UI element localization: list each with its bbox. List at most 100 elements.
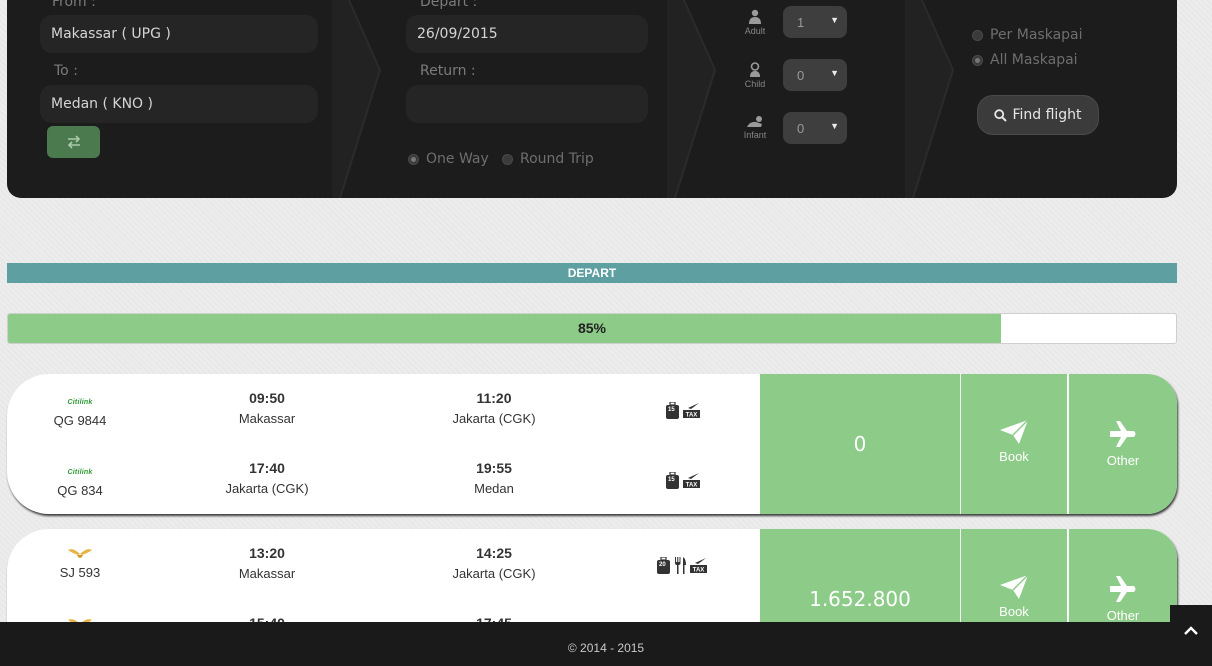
round-trip-label: Round Trip	[520, 151, 594, 167]
section-divider	[905, 0, 955, 198]
swap-icon	[67, 135, 80, 149]
departure-city: Jakarta (CGK)	[225, 481, 309, 496]
one-way-radio[interactable]: One Way	[408, 151, 489, 167]
section-divider	[667, 0, 717, 198]
search-progress-bar: 85%	[7, 313, 1177, 344]
svg-text:TAX: TAX	[693, 568, 705, 574]
book-label: Book	[999, 449, 1029, 464]
facilities: 20 TAX	[657, 556, 707, 574]
adult-select[interactable]: 1 ▼	[783, 6, 847, 38]
flight-result-card: Citilink QG 9844 09:50 Makassar 11:20 Ja…	[7, 374, 1177, 514]
other-label: Other	[1106, 453, 1140, 468]
radio-dot	[408, 153, 419, 165]
arrival-time: 14:25	[476, 545, 512, 561]
svg-text:TAX: TAX	[686, 483, 698, 489]
to-field[interactable]: Medan ( KNO )	[40, 85, 318, 123]
page-footer: © 2014 - 2015	[0, 622, 1212, 666]
airline-info: SJ 593	[25, 545, 135, 580]
search-icon	[994, 108, 1008, 122]
infant-select-value: 0	[797, 121, 805, 136]
copyright-text: © 2014 - 2015	[567, 641, 645, 655]
chevron-down-icon: ▼	[830, 68, 839, 78]
child-caption: Child	[744, 79, 766, 89]
paper-plane-icon	[1000, 574, 1029, 599]
departure-time: 17:40	[249, 460, 285, 476]
progress-label: 85%	[577, 320, 607, 336]
depart-date-field[interactable]: 26/09/2015	[406, 15, 648, 53]
other-flights-button[interactable]: Other	[1068, 374, 1177, 514]
arrival-info: 11:20 Jakarta (CGK)	[414, 390, 574, 426]
citilink-logo: Citilink	[67, 398, 93, 406]
section-divider	[332, 0, 382, 198]
chevron-down-icon: ▼	[830, 121, 839, 131]
airline-info: Citilink QG 834	[25, 463, 135, 499]
airplane-icon	[1110, 576, 1136, 602]
chevron-up-icon	[1184, 626, 1198, 635]
departure-city: Makassar	[238, 566, 296, 581]
all-maskapai-label: All Maskapai	[990, 52, 1078, 68]
baggage-icon: 15	[666, 401, 679, 419]
depart-label: Depart :	[420, 0, 478, 10]
arrival-info: 19:55 Medan	[414, 460, 574, 496]
price-display: 0	[760, 374, 960, 514]
child-select-value: 0	[797, 68, 805, 83]
from-field[interactable]: Makassar ( UPG )	[40, 15, 318, 53]
flight-code: SJ 593	[59, 565, 101, 580]
radio-dot	[502, 153, 513, 165]
chevron-down-icon: ▼	[830, 15, 839, 25]
infant-caption: Infant	[743, 130, 767, 140]
per-maskapai-label: Per Maskapai	[990, 27, 1083, 43]
airline-info: Citilink QG 9844	[25, 393, 135, 429]
citilink-logo: Citilink	[67, 468, 93, 476]
return-label: Return :	[420, 63, 476, 79]
flight-code: QG 9844	[53, 413, 107, 428]
find-flight-label: Find flight	[1012, 107, 1082, 123]
baggage-allowance: 20	[659, 562, 666, 568]
swap-route-button[interactable]	[47, 126, 100, 158]
paper-plane-icon	[1000, 419, 1029, 444]
all-maskapai-radio[interactable]: All Maskapai	[972, 52, 1078, 68]
airplane-icon	[1110, 421, 1136, 447]
svg-text:TAX: TAX	[686, 413, 698, 419]
other-label: Other	[1106, 608, 1140, 623]
scroll-to-top-button[interactable]	[1170, 605, 1212, 656]
arrival-city: Medan	[474, 481, 514, 496]
departure-info: 13:20 Makassar	[187, 545, 347, 581]
infant-select[interactable]: 0 ▼	[783, 112, 847, 144]
departure-time: 09:50	[249, 390, 285, 406]
one-way-label: One Way	[426, 151, 489, 167]
adult-caption: Adult	[744, 26, 766, 36]
facilities: 15 TAX	[666, 401, 700, 419]
baggage-icon: 20	[657, 556, 670, 574]
flight-leg: Citilink QG 9844 09:50 Makassar 11:20 Ja…	[7, 374, 760, 444]
flight-code: QG 834	[57, 483, 103, 498]
child-select[interactable]: 0 ▼	[783, 59, 847, 91]
arrival-city: Jakarta (CGK)	[452, 411, 536, 426]
radio-dot	[972, 29, 983, 41]
adult-select-value: 1	[797, 15, 805, 30]
departure-time: 13:20	[249, 545, 285, 561]
return-date-field[interactable]	[406, 85, 648, 123]
departure-info: 17:40 Jakarta (CGK)	[187, 460, 347, 496]
book-label: Book	[999, 604, 1029, 619]
tax-icon: TAX	[683, 403, 700, 418]
baggage-icon: 15	[666, 471, 679, 489]
radio-dot	[972, 54, 983, 66]
round-trip-radio[interactable]: Round Trip	[502, 151, 594, 167]
baggage-allowance: 15	[668, 477, 675, 483]
arrival-city: Jakarta (CGK)	[452, 566, 536, 581]
arrival-info: 14:25 Jakarta (CGK)	[414, 545, 574, 581]
per-maskapai-radio[interactable]: Per Maskapai	[972, 27, 1083, 43]
arrival-time: 11:20	[476, 390, 512, 406]
tax-icon: TAX	[683, 473, 700, 488]
from-label: From :	[52, 0, 96, 10]
depart-section-header: DEPART	[7, 263, 1177, 283]
find-flight-button[interactable]: Find flight	[977, 95, 1099, 135]
meal-icon	[675, 557, 686, 574]
book-button[interactable]: Book	[960, 374, 1067, 514]
baggage-allowance: 15	[668, 407, 675, 413]
arrival-time: 19:55	[476, 460, 512, 476]
facilities: 15 TAX	[666, 471, 700, 489]
flight-leg: Citilink QG 834 17:40 Jakarta (CGK) 19:5…	[7, 444, 760, 514]
adult-icon: Adult	[738, 9, 772, 36]
